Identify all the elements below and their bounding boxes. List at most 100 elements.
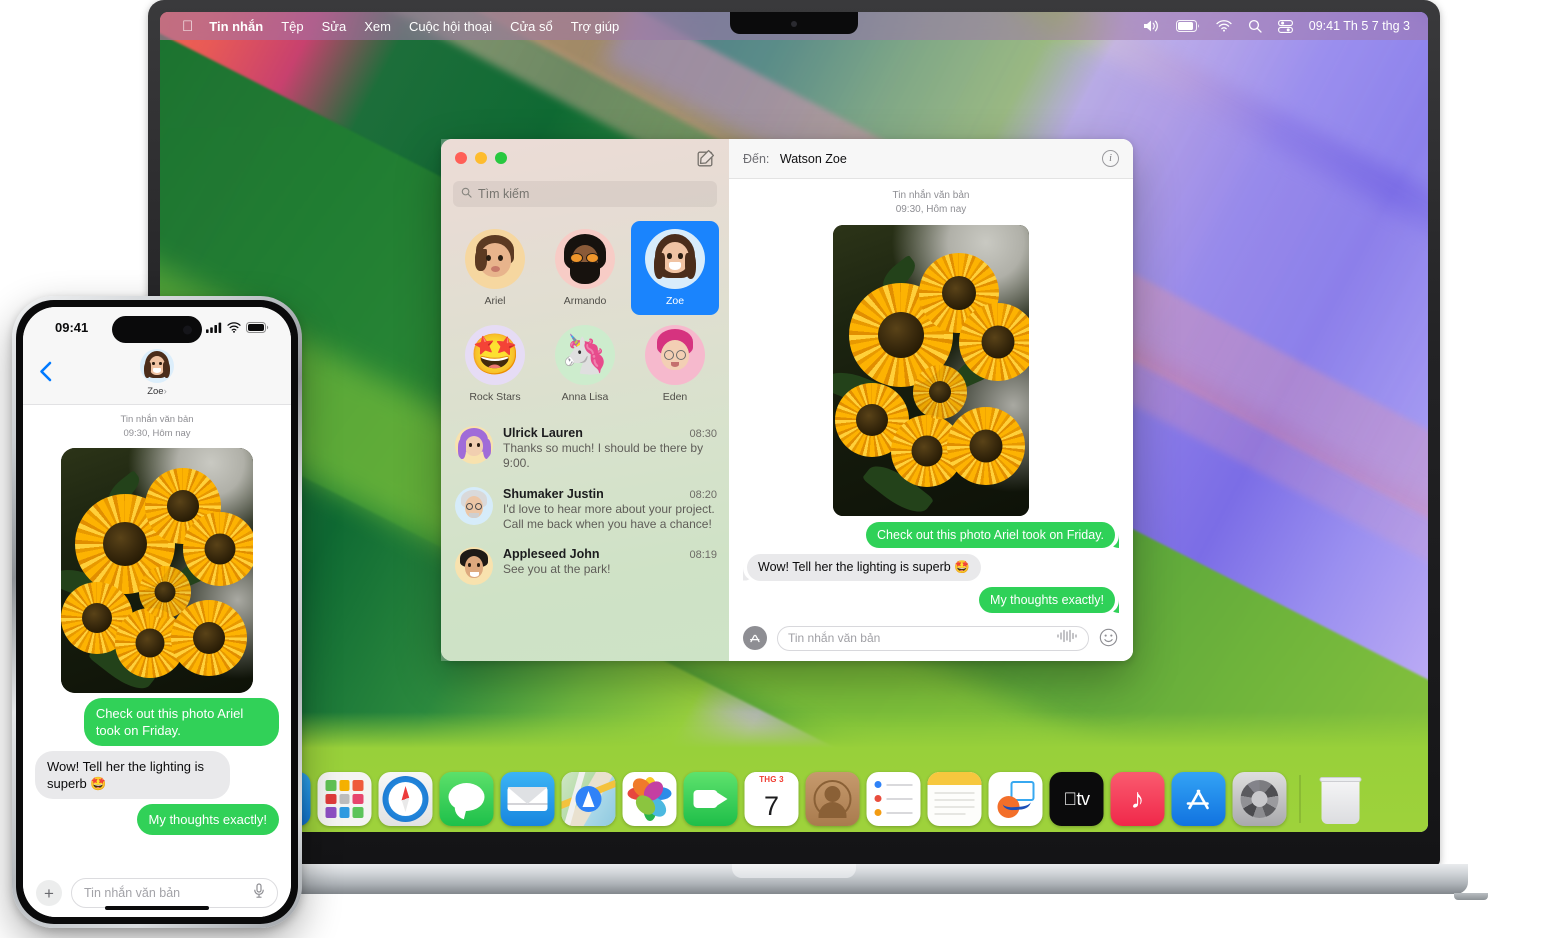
pinned-label: Eden	[662, 391, 688, 403]
close-button[interactable]	[455, 152, 467, 164]
to-label: Đến:	[743, 151, 770, 166]
menubar-clock[interactable]: 09:41 Th 5 7 thg 3	[1309, 19, 1410, 33]
menu-item-messages[interactable]: Tin nhắn	[209, 19, 263, 34]
menu-item-help[interactable]: Trợ giúp	[571, 19, 620, 34]
system-settings-icon[interactable]	[1232, 772, 1287, 826]
mail-icon[interactable]	[500, 772, 555, 826]
music-icon[interactable]: ♪	[1110, 772, 1165, 826]
conversation-list: Ulrick Lauren 08:30 Thanks so much! I sh…	[441, 419, 729, 593]
message-bubble-incoming[interactable]: Wow! Tell her the lighting is superb 🤩	[35, 750, 231, 800]
launchpad-icon[interactable]	[317, 772, 372, 826]
search-placeholder: Tìm kiếm	[478, 187, 530, 201]
iphone-contact-name[interactable]: Zoe›	[147, 386, 167, 397]
emoji-icon[interactable]	[1099, 628, 1119, 648]
message-bubble-outgoing[interactable]: Check out this photo Ariel took on Frida…	[83, 697, 279, 746]
notes-icon[interactable]	[927, 772, 982, 826]
audio-waveform-icon[interactable]	[1056, 629, 1078, 648]
message-input[interactable]: Tin nhắn văn bản	[777, 625, 1089, 651]
menu-item-edit[interactable]: Sửa	[322, 19, 347, 34]
menu-item-conversation[interactable]: Cuộc hội thoại	[409, 19, 492, 34]
compose-icon[interactable]	[697, 149, 715, 167]
battery-icon[interactable]	[1175, 20, 1200, 32]
plus-icon[interactable]: +	[36, 880, 62, 906]
search-input[interactable]: Tìm kiếm	[453, 181, 717, 207]
conversation-name: Appleseed John	[503, 547, 600, 562]
volume-icon[interactable]	[1143, 19, 1160, 33]
calendar-month: THG 3	[759, 775, 784, 784]
conversation-time: 08:30	[689, 428, 717, 440]
pinned-item-eden[interactable]: Eden	[631, 317, 719, 411]
iphone-message-input[interactable]: Tin nhắn văn bản	[71, 878, 278, 908]
home-indicator	[105, 906, 209, 910]
front-camera-icon	[183, 325, 192, 334]
zoe-memoji-avatar[interactable]	[140, 349, 174, 383]
dock-divider	[1299, 775, 1301, 823]
ariel-memoji-avatar	[465, 229, 525, 289]
apple-logo-icon[interactable]: 	[182, 19, 193, 34]
pinned-item-anna-lisa[interactable]: 🦄 Anna Lisa	[541, 317, 629, 411]
chat-pane: Đến: Watson Zoe i Tin nhắn văn bản 09:30…	[729, 139, 1133, 661]
control-center-icon[interactable]	[1277, 19, 1293, 33]
calendar-icon[interactable]: THG 3 7	[744, 772, 799, 826]
message-bubble-outgoing[interactable]: My thoughts exactly!	[136, 804, 279, 836]
calendar-day: 7	[763, 791, 780, 821]
iphone-message-list: Tin nhắn văn bản 09:30, Hôm nay Check ou…	[23, 405, 291, 869]
macbook-device:  Tin nhắn Tệp Sửa Xem Cuộc hội thoại Cử…	[120, 0, 1488, 900]
safari-icon[interactable]	[378, 772, 433, 826]
iphone-screen: 09:41 Zoe› Tin nhắn văn bản 09:30, Hôm n…	[23, 307, 291, 917]
pinned-label: Armando	[563, 295, 607, 307]
iphone-frame: 09:41 Zoe› Tin nhắn văn bản 09:30, Hôm n…	[12, 296, 302, 928]
menu-item-file[interactable]: Tệp	[281, 19, 303, 34]
conversation-row[interactable]: Ulrick Lauren 08:30 Thanks so much! I sh…	[441, 419, 729, 480]
wifi-icon	[227, 320, 241, 338]
photos-icon[interactable]	[622, 772, 677, 826]
microphone-icon[interactable]	[253, 882, 265, 904]
messages-icon[interactable]	[439, 772, 494, 826]
iphone-clock: 09:41	[55, 320, 89, 335]
avatar	[455, 426, 493, 464]
battery-icon	[246, 320, 269, 338]
message-timestamp: Tin nhắn văn bản 09:30, Hôm nay	[747, 189, 1115, 217]
facetime-icon[interactable]	[683, 772, 738, 826]
sunflower-bouquet-photo[interactable]	[61, 447, 253, 693]
pinned-item-zoe[interactable]: Zoe	[631, 221, 719, 315]
message-bubble-outgoing[interactable]: Check out this photo Ariel took on Frida…	[866, 521, 1115, 548]
sunflower-bouquet-photo[interactable]	[833, 225, 1029, 516]
pinned-item-armando[interactable]: Armando	[541, 221, 629, 315]
macbook-lid:  Tin nhắn Tệp Sửa Xem Cuộc hội thoại Cử…	[148, 0, 1440, 866]
search-icon[interactable]	[1248, 19, 1262, 33]
freeform-icon[interactable]	[988, 772, 1043, 826]
recipient-name[interactable]: Watson Zoe	[780, 152, 847, 166]
contact-name-text: Zoe	[147, 386, 164, 397]
search-icon	[461, 185, 472, 203]
app-store-icon[interactable]	[743, 626, 767, 650]
pinned-label: Ariel	[484, 295, 506, 307]
chat-header: Đến: Watson Zoe i	[729, 139, 1133, 179]
iphone-status-bar: 09:41	[23, 307, 291, 347]
camera-icon	[791, 21, 797, 27]
conversation-row[interactable]: Shumaker Justin 08:20 I'd love to hear m…	[441, 480, 729, 541]
back-chevron-icon[interactable]	[39, 361, 52, 387]
conversation-row[interactable]: Appleseed John 08:19 See you at the park…	[441, 540, 729, 593]
menu-item-view[interactable]: Xem	[364, 19, 391, 34]
info-icon[interactable]: i	[1102, 150, 1119, 167]
messages-window: Tìm kiếm Ariel Armando Zoe 🤩 Rock Stars …	[441, 139, 1133, 661]
pinned-label: Anna Lisa	[561, 391, 609, 403]
reminders-icon[interactable]	[866, 772, 921, 826]
appstore-icon[interactable]	[1171, 772, 1226, 826]
trash-icon[interactable]	[1314, 772, 1368, 826]
minimize-button[interactable]	[475, 152, 487, 164]
message-bubble-incoming[interactable]: Wow! Tell her the lighting is superb 🤩	[747, 554, 981, 581]
conversation-preview: See you at the park!	[503, 562, 611, 577]
maps-icon[interactable]	[561, 772, 616, 826]
eden-memoji-avatar	[645, 325, 705, 385]
message-bubble-outgoing[interactable]: My thoughts exactly!	[979, 586, 1115, 613]
menu-item-window[interactable]: Cửa sổ	[510, 19, 553, 34]
chat-messages: Tin nhắn văn bản 09:30, Hôm nay Check ou…	[729, 179, 1133, 617]
maximize-button[interactable]	[495, 152, 507, 164]
contacts-icon[interactable]	[805, 772, 860, 826]
pinned-item-rock-stars[interactable]: 🤩 Rock Stars	[451, 317, 539, 411]
pinned-item-ariel[interactable]: Ariel	[451, 221, 539, 315]
appletv-icon[interactable]: tv	[1049, 772, 1104, 826]
wifi-icon[interactable]	[1216, 20, 1232, 32]
